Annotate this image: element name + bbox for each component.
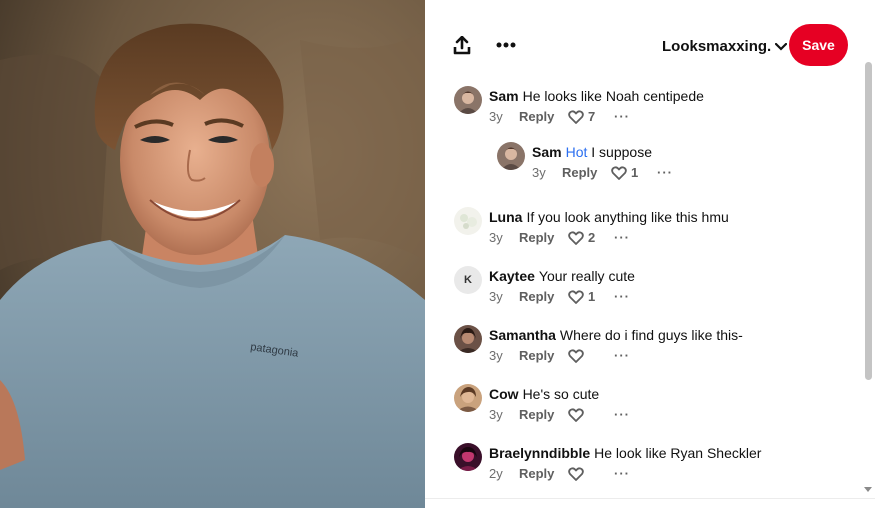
comment-age: 3y bbox=[532, 165, 546, 180]
comment-age: 3y bbox=[489, 230, 503, 245]
avatar[interactable]: K bbox=[454, 266, 482, 294]
comment-text: He looks like Noah centipede bbox=[522, 88, 704, 104]
comment-text: He look like Ryan Sheckler bbox=[594, 445, 762, 461]
comment-author[interactable]: Braelynndibble bbox=[489, 445, 590, 461]
heart-icon bbox=[568, 230, 584, 245]
avatar[interactable] bbox=[454, 384, 482, 412]
heart-icon bbox=[568, 407, 584, 422]
comment-author[interactable]: Sam bbox=[532, 144, 562, 160]
comment-age: 3y bbox=[489, 289, 503, 304]
comment-more-icon[interactable]: ··· bbox=[614, 407, 630, 422]
comment-more-icon[interactable]: ··· bbox=[614, 230, 630, 245]
portrait-photo: patagonia bbox=[0, 0, 425, 508]
heart-icon bbox=[568, 466, 584, 481]
comment-text: Where do i find guys like this- bbox=[559, 327, 743, 343]
comment-mention[interactable]: Hot bbox=[566, 144, 588, 160]
scroll-down-arrow-icon[interactable] bbox=[863, 486, 873, 494]
like-button[interactable]: 1 bbox=[568, 289, 596, 304]
pin-details-panel: Looksmaxxing. Save Sam He looks like Noah… bbox=[425, 0, 875, 508]
comment-text: If you look anything like this hmu bbox=[526, 209, 729, 225]
like-count: 1 bbox=[631, 165, 639, 180]
pin-image[interactable]: patagonia bbox=[0, 0, 425, 508]
like-button[interactable] bbox=[568, 348, 596, 363]
avatar[interactable] bbox=[454, 86, 482, 114]
comment-author[interactable]: Cow bbox=[489, 386, 519, 402]
like-count: 2 bbox=[588, 230, 596, 245]
comments-scrollbar[interactable] bbox=[862, 54, 874, 498]
comment-author[interactable]: Samantha bbox=[489, 327, 556, 343]
heart-icon bbox=[568, 109, 584, 124]
comment-more-icon[interactable]: ··· bbox=[614, 289, 630, 304]
comment-author[interactable]: Luna bbox=[489, 209, 522, 225]
comment-more-icon[interactable]: ··· bbox=[614, 348, 630, 363]
reply-button[interactable]: Reply bbox=[519, 230, 568, 245]
like-button[interactable] bbox=[568, 466, 596, 481]
comment-text: He's so cute bbox=[522, 386, 600, 402]
avatar[interactable] bbox=[454, 443, 482, 471]
heart-icon bbox=[611, 165, 627, 180]
comment-text: Your really cute bbox=[538, 268, 635, 284]
reply-button[interactable]: Reply bbox=[519, 348, 568, 363]
heart-icon bbox=[568, 289, 584, 304]
avatar[interactable] bbox=[497, 142, 525, 170]
reply-button[interactable]: Reply bbox=[519, 466, 568, 481]
avatar[interactable] bbox=[454, 325, 482, 353]
comment-more-icon[interactable]: ··· bbox=[614, 466, 630, 481]
comment-age: 3y bbox=[489, 109, 503, 124]
comments-list: Sam He looks like Noah centipede 3y Reply… bbox=[425, 0, 865, 508]
scrollbar-thumb[interactable] bbox=[865, 62, 872, 380]
like-count: 1 bbox=[588, 289, 596, 304]
reply-button[interactable]: Reply bbox=[519, 109, 568, 124]
heart-icon bbox=[568, 348, 584, 363]
comment-age: 3y bbox=[489, 348, 503, 363]
comment-author[interactable]: Kaytee bbox=[489, 268, 535, 284]
comment-author[interactable]: Sam bbox=[489, 88, 519, 104]
comment-age: 2y bbox=[489, 466, 503, 481]
reply-button[interactable]: Reply bbox=[519, 289, 568, 304]
divider bbox=[425, 498, 875, 499]
like-count: 7 bbox=[588, 109, 596, 124]
comment-more-icon[interactable]: ··· bbox=[614, 109, 630, 124]
comment-age: 3y bbox=[489, 407, 503, 422]
comment-text: I suppose bbox=[587, 144, 652, 160]
like-button[interactable]: 1 bbox=[611, 165, 639, 180]
reply-button[interactable]: Reply bbox=[519, 407, 568, 422]
comment-more-icon[interactable]: ··· bbox=[657, 165, 673, 180]
like-button[interactable] bbox=[568, 407, 596, 422]
like-button[interactable]: 2 bbox=[568, 230, 596, 245]
like-button[interactable]: 7 bbox=[568, 109, 596, 124]
reply-button[interactable]: Reply bbox=[562, 165, 611, 180]
avatar[interactable] bbox=[454, 207, 482, 235]
